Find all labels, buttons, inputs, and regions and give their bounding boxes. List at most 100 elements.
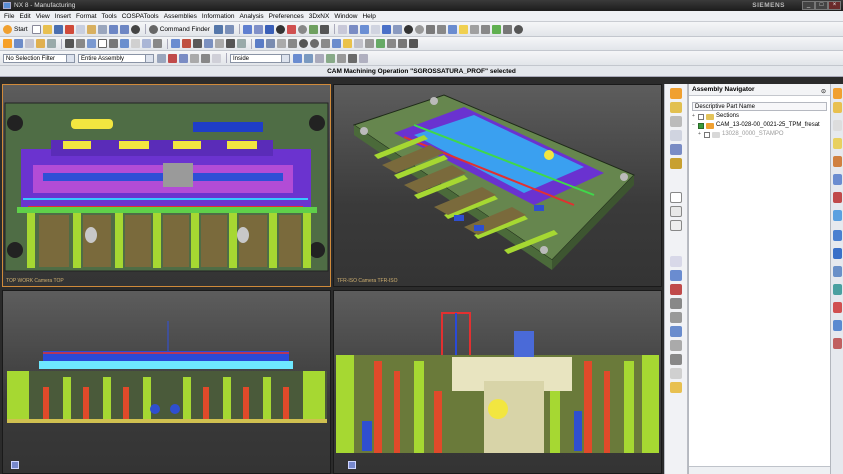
palette-icon[interactable] xyxy=(833,302,842,313)
intersect-icon[interactable] xyxy=(277,39,286,48)
boss-icon[interactable] xyxy=(204,39,213,48)
cylinder-icon[interactable] xyxy=(310,39,319,48)
selection-mode-dropdown[interactable]: Inside xyxy=(230,53,290,63)
trim-icon[interactable] xyxy=(131,39,140,48)
shell-icon[interactable] xyxy=(288,39,297,48)
info-icon[interactable] xyxy=(436,24,446,34)
machine-navigator-tab-icon[interactable] xyxy=(670,144,682,155)
palette-icon[interactable] xyxy=(833,102,842,113)
unite-icon[interactable] xyxy=(255,39,264,48)
new-file-icon[interactable] xyxy=(31,24,41,34)
snap-center-icon[interactable] xyxy=(190,53,199,63)
revolve-icon[interactable] xyxy=(182,39,191,48)
tree-item-sections[interactable]: + Sections xyxy=(692,112,827,121)
viewport-iso[interactable]: TFR-ISO Camera TFR-ISO xyxy=(333,84,662,287)
process-studio-tab-icon[interactable] xyxy=(670,312,682,323)
palette-icon[interactable] xyxy=(833,320,842,331)
selection-scope-dropdown[interactable]: Entire Assembly xyxy=(78,53,154,63)
render-style-icon[interactable] xyxy=(286,24,296,34)
selection-filter-dropdown[interactable]: No Selection Filter xyxy=(3,53,75,63)
operation-icon[interactable] xyxy=(3,39,12,48)
arc-icon[interactable] xyxy=(109,39,118,48)
preview-section-header[interactable] xyxy=(689,466,830,474)
datum-icon[interactable] xyxy=(354,39,363,48)
mirror-icon[interactable] xyxy=(153,39,162,48)
palette-icon[interactable] xyxy=(833,248,842,259)
quick-pick-icon[interactable] xyxy=(315,53,324,63)
snap-endpoint-icon[interactable] xyxy=(168,53,177,63)
reuse-library-tab-icon[interactable] xyxy=(670,192,682,203)
table-icon[interactable] xyxy=(480,24,490,34)
part-navigator-tab-icon[interactable] xyxy=(670,102,682,113)
line-icon[interactable] xyxy=(120,39,129,48)
save-icon[interactable] xyxy=(53,24,63,34)
sphere-solid-icon[interactable] xyxy=(299,39,308,48)
geometry-icon[interactable] xyxy=(25,39,34,48)
paste-icon[interactable] xyxy=(86,24,96,34)
snap-quadrant-icon[interactable] xyxy=(201,53,210,63)
redo-icon[interactable] xyxy=(119,24,129,34)
cone-icon[interactable] xyxy=(321,39,330,48)
constraint-navigator-tab-icon[interactable] xyxy=(670,116,682,127)
knowledge-fusion-tab-icon[interactable] xyxy=(670,340,682,351)
hole-icon[interactable] xyxy=(193,39,202,48)
palette-icon[interactable] xyxy=(833,88,842,99)
snap-icon[interactable] xyxy=(213,24,223,34)
hd3d-tools-tab-icon[interactable] xyxy=(670,206,682,217)
template-tab-icon[interactable] xyxy=(670,382,682,393)
checkbox[interactable] xyxy=(698,113,704,120)
snap-midpoint-icon[interactable] xyxy=(179,53,188,63)
system-scenes-tab-icon[interactable] xyxy=(670,284,682,295)
subtract-icon[interactable] xyxy=(266,39,275,48)
postprocess-icon[interactable] xyxy=(398,39,407,48)
face-select-icon[interactable] xyxy=(337,53,346,63)
cascade-icon[interactable] xyxy=(502,24,512,34)
history-tab-icon[interactable] xyxy=(670,158,682,169)
menu-help[interactable]: Help xyxy=(362,13,375,20)
palette-icon[interactable] xyxy=(833,266,842,277)
menu-cospatools[interactable]: COSPATools xyxy=(122,13,159,20)
start-button[interactable]: Start xyxy=(14,26,28,33)
menu-edit[interactable]: Edit xyxy=(19,13,30,20)
menu-preferences[interactable]: Preferences xyxy=(269,13,304,20)
layer-icon[interactable] xyxy=(224,24,234,34)
rectangle-icon[interactable] xyxy=(98,39,107,48)
pin-icon[interactable]: ⊙ xyxy=(821,86,826,98)
feature-select-icon[interactable] xyxy=(326,53,335,63)
wireframe-icon[interactable] xyxy=(297,24,307,34)
show-hide-icon[interactable] xyxy=(370,24,380,34)
select-all-icon[interactable] xyxy=(293,53,302,63)
palette-icon[interactable] xyxy=(833,210,842,221)
menu-format[interactable]: Format xyxy=(76,13,97,20)
command-finder-button[interactable]: Command Finder xyxy=(160,26,210,33)
blend-icon[interactable] xyxy=(226,39,235,48)
pocket-icon[interactable] xyxy=(215,39,224,48)
orient-view-icon[interactable] xyxy=(308,24,318,34)
delete-icon[interactable] xyxy=(97,24,107,34)
system-materials-tab-icon[interactable] xyxy=(670,298,682,309)
web-browser-tab-icon[interactable] xyxy=(670,220,682,231)
gear-icon[interactable] xyxy=(513,24,523,34)
palettes-tab-icon[interactable] xyxy=(670,256,682,267)
tool-library-tab-icon[interactable] xyxy=(670,354,682,365)
grid-icon[interactable] xyxy=(469,24,479,34)
filter-icon[interactable] xyxy=(157,53,166,63)
palette-icon[interactable] xyxy=(833,338,842,349)
open-folder-icon[interactable] xyxy=(42,24,52,34)
menu-view[interactable]: View xyxy=(36,13,50,20)
sheet-metal-tab-icon[interactable] xyxy=(670,368,682,379)
viewport-front[interactable] xyxy=(2,290,331,474)
plus-icon[interactable] xyxy=(65,39,74,48)
verify-icon[interactable] xyxy=(387,39,396,48)
checkbox[interactable] xyxy=(704,131,710,138)
palette-icon[interactable] xyxy=(833,192,842,203)
sketch-icon[interactable] xyxy=(343,39,352,48)
palette-icon[interactable] xyxy=(833,284,842,295)
spreadsheet-icon[interactable] xyxy=(491,24,501,34)
snap-intersection-icon[interactable] xyxy=(212,53,221,63)
point-icon[interactable] xyxy=(414,24,424,34)
manufacturing-wizards-tab-icon[interactable] xyxy=(670,326,682,337)
close-part-icon[interactable] xyxy=(130,24,140,34)
clipboard-icon[interactable] xyxy=(458,24,468,34)
menu-analysis[interactable]: Analysis xyxy=(239,13,263,20)
